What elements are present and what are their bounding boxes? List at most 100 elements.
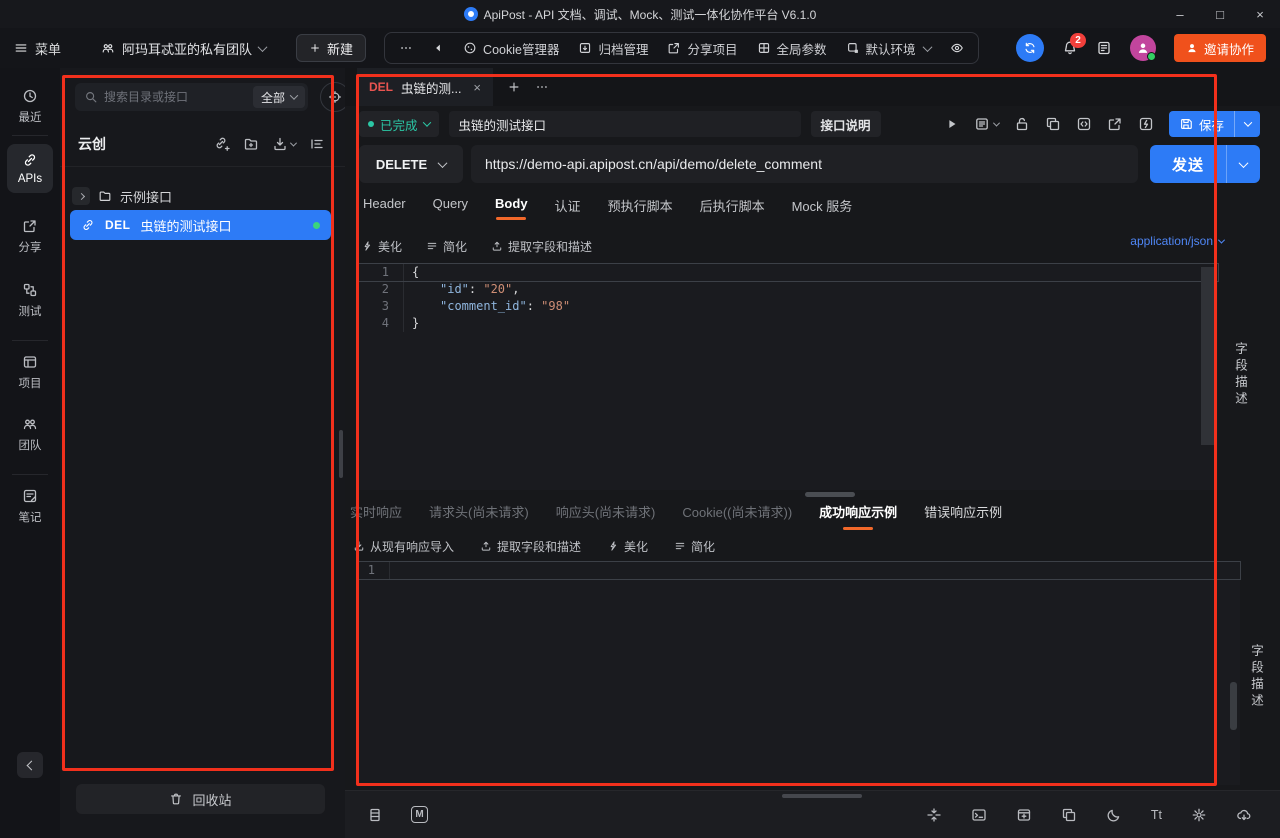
close-tab-icon[interactable]: × <box>473 80 481 95</box>
extract-fields-button[interactable]: 提取字段和描述 <box>480 538 581 555</box>
notifications-button[interactable]: 2 <box>1062 40 1078 56</box>
tab-post-script[interactable]: 后执行脚本 <box>700 196 765 224</box>
panel-resize-handle[interactable] <box>339 430 343 478</box>
api-status-dropdown[interactable]: 已完成 <box>359 111 439 137</box>
avatar[interactable] <box>1130 35 1156 61</box>
scrollbar-thumb[interactable] <box>1230 682 1237 730</box>
environment-selector[interactable]: 默认环境 <box>846 39 931 58</box>
sidebar-item-project[interactable]: 项目 <box>0 354 60 391</box>
send-dropdown[interactable] <box>1226 145 1260 183</box>
editor-minimap[interactable] <box>1201 267 1215 445</box>
recycle-bin-button[interactable]: 回收站 <box>76 784 325 814</box>
tree-folder-row[interactable]: 示例接口 <box>72 184 172 208</box>
main-menu-button[interactable]: 菜单 <box>14 39 61 58</box>
save-dropdown[interactable] <box>1234 111 1260 137</box>
server-icon[interactable] <box>367 807 383 823</box>
person-icon <box>1186 42 1198 54</box>
collapse-sidebar-button[interactable] <box>17 752 43 778</box>
body-code-editor[interactable]: 1 { 2 "id": "20", 3 "comment_id": "98" 4… <box>357 264 1218 490</box>
tab-realtime-response[interactable]: 实时响应 <box>350 502 402 530</box>
doc-view-dropdown[interactable] <box>974 116 999 132</box>
expand-folder-button[interactable] <box>72 187 90 205</box>
sidebar-item-team[interactable]: 团队 <box>0 416 60 453</box>
font-size-icon[interactable]: Tt <box>1151 808 1162 822</box>
tab-response-headers[interactable]: 响应头(尚未请求) <box>556 502 656 530</box>
cookie-manager-button[interactable]: Cookie管理器 <box>463 39 559 58</box>
new-tab-button[interactable] <box>507 80 521 94</box>
maximize-button[interactable]: □ <box>1200 0 1240 28</box>
close-button[interactable]: × <box>1240 0 1280 28</box>
sidebar-item-recent[interactable]: 最近 <box>0 88 60 125</box>
simplify-button[interactable]: 简化 <box>674 538 715 555</box>
dark-mode-icon[interactable] <box>1106 807 1122 823</box>
tab-cookie[interactable]: Cookie((尚未请求)) <box>682 502 792 530</box>
terminal-icon[interactable] <box>971 807 987 823</box>
import-from-response-button[interactable]: 从现有响应导入 <box>353 538 454 555</box>
sidebar-item-notes[interactable]: 笔记 <box>0 488 60 525</box>
tab-request-headers[interactable]: 请求头(尚未请求) <box>429 502 529 530</box>
api-name-input[interactable] <box>449 111 801 137</box>
lock-icon[interactable] <box>1014 116 1030 132</box>
tab-auth[interactable]: 认证 <box>555 196 581 224</box>
tab-pre-script[interactable]: 预执行脚本 <box>608 196 673 224</box>
tab-success-example[interactable]: 成功响应示例 <box>819 502 897 530</box>
team-selector[interactable]: 阿玛耳忒亚的私有团队 <box>101 39 266 58</box>
extract-fields-button[interactable]: 提取字段和描述 <box>491 238 592 255</box>
new-api-icon[interactable] <box>214 136 230 152</box>
code-icon[interactable] <box>1076 116 1092 132</box>
statusbar-drag-handle[interactable] <box>782 794 862 798</box>
new-folder-icon[interactable] <box>243 136 259 152</box>
cloud-download-icon[interactable] <box>1236 807 1252 823</box>
response-code-editor[interactable]: 1 <box>357 562 1240 785</box>
minimize-button[interactable]: – <box>1160 0 1200 28</box>
sidebar-item-test[interactable]: 测试 <box>0 282 60 319</box>
http-method-label: DELETE <box>376 157 427 172</box>
bolt-icon[interactable] <box>1138 116 1154 132</box>
back-icon[interactable] <box>432 42 444 54</box>
field-description-tab[interactable]: 字段描述 <box>1247 644 1266 710</box>
simplify-button[interactable]: 简化 <box>426 238 467 255</box>
copy-icon[interactable] <box>1045 116 1061 132</box>
search-filter-dropdown[interactable]: 全部 <box>253 86 305 108</box>
response-resize-handle[interactable] <box>805 492 855 497</box>
tab-header[interactable]: Header <box>363 196 406 220</box>
content-type-dropdown[interactable]: application/json <box>1130 234 1224 248</box>
url-input[interactable] <box>471 145 1138 183</box>
tab-body[interactable]: Body <box>495 196 528 220</box>
invite-collaborate-button[interactable]: 邀请协作 <box>1174 34 1266 62</box>
api-doc-button[interactable]: 接口说明 <box>811 111 881 137</box>
markdown-icon[interactable]: M <box>411 806 428 823</box>
request-tab-active[interactable]: DEL 虫链的测... × <box>357 68 493 106</box>
search-box[interactable]: 全部 <box>75 83 308 111</box>
tree-api-row-selected[interactable]: DEL 虫链的测试接口 <box>70 210 331 240</box>
new-window-icon[interactable] <box>1016 807 1032 823</box>
field-description-tab[interactable]: 字段描述 <box>1231 342 1250 408</box>
import-export-button[interactable] <box>272 136 296 152</box>
tab-more-button[interactable] <box>535 80 549 94</box>
eye-icon[interactable] <box>950 41 964 55</box>
share-project-button[interactable]: 分享项目 <box>667 39 737 58</box>
search-input[interactable] <box>104 90 247 104</box>
sync-button[interactable] <box>1016 34 1044 62</box>
copy-icon[interactable] <box>1061 807 1077 823</box>
merge-panels-icon[interactable] <box>926 807 942 823</box>
beautify-button[interactable]: 美化 <box>361 238 402 255</box>
global-params-button[interactable]: 全局参数 <box>757 39 827 58</box>
settings-icon[interactable] <box>1191 807 1207 823</box>
more-icon[interactable] <box>399 41 413 55</box>
send-button[interactable]: 发送 <box>1150 145 1260 183</box>
memo-icon[interactable] <box>1096 40 1112 56</box>
tab-mock[interactable]: Mock 服务 <box>792 196 853 224</box>
sidebar-item-apis[interactable]: APIs <box>7 144 53 193</box>
save-button[interactable]: 保存 <box>1169 111 1260 137</box>
run-icon[interactable] <box>945 117 959 131</box>
sidebar-item-share[interactable]: 分享 <box>0 218 60 255</box>
http-method-dropdown[interactable]: DELETE <box>359 145 463 183</box>
sort-list-icon[interactable] <box>309 136 325 152</box>
beautify-button[interactable]: 美化 <box>607 538 648 555</box>
archive-manager-button[interactable]: 归档管理 <box>578 39 648 58</box>
tab-error-example[interactable]: 错误响应示例 <box>924 502 1002 530</box>
share-icon[interactable] <box>1107 116 1123 132</box>
tab-query[interactable]: Query <box>433 196 468 220</box>
new-button[interactable]: 新建 <box>296 34 366 62</box>
